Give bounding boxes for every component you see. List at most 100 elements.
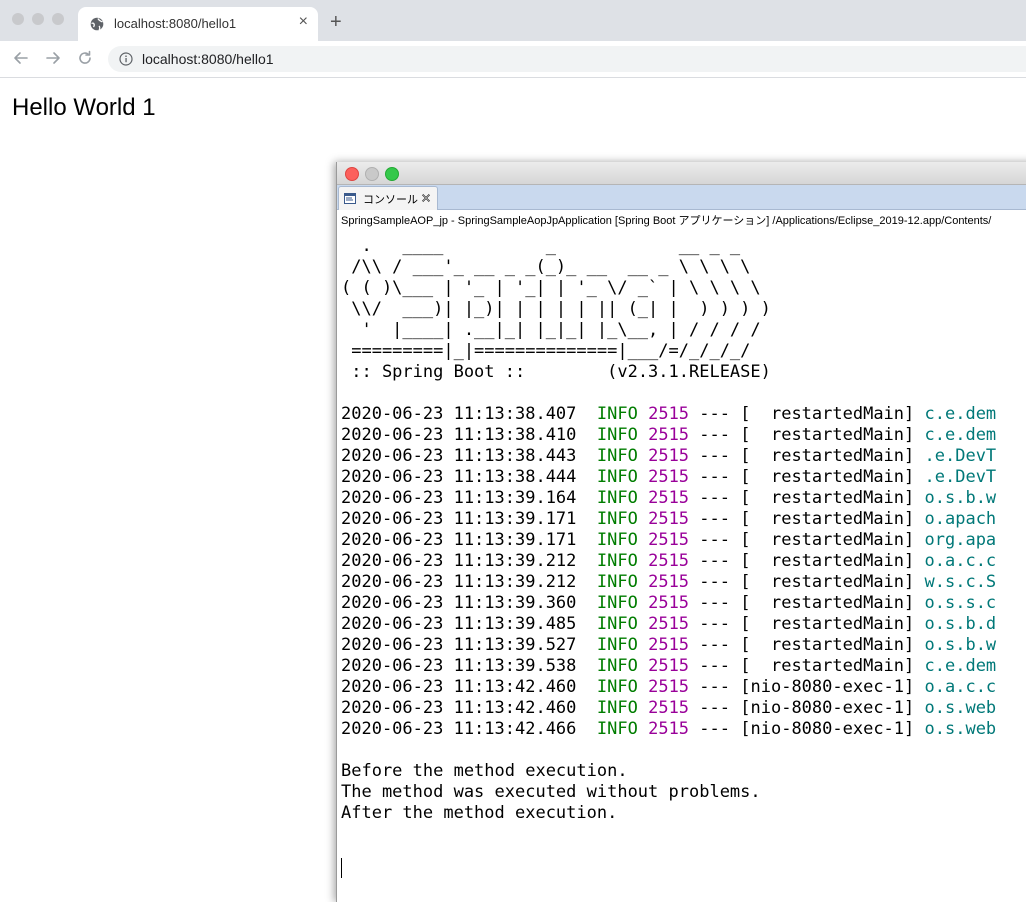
- log-row: 2020-06-23 11:13:39.212 INFO 2515 --- [ …: [341, 572, 1026, 593]
- console-icon: [344, 193, 356, 204]
- log-separator: ---: [699, 614, 731, 634]
- log-separator: ---: [699, 698, 731, 718]
- program-output: Before the method execution. The method …: [341, 761, 1026, 824]
- log-level: INFO: [596, 656, 638, 676]
- browser-close-dot[interactable]: [12, 13, 24, 25]
- log-logger: o.s.b.d: [924, 614, 997, 634]
- address-bar[interactable]: localhost:8080/hello1: [108, 46, 1026, 72]
- log-pid: 2515: [648, 467, 690, 487]
- log-row: 2020-06-23 11:13:42.460 INFO 2515 --- [n…: [341, 677, 1026, 698]
- log-timestamp: 2020-06-23 11:13:38.407: [341, 404, 577, 424]
- browser-minimize-dot[interactable]: [32, 13, 44, 25]
- log-separator: ---: [699, 446, 731, 466]
- log-pid: 2515: [648, 614, 690, 634]
- log-thread: [ restartedMain]: [740, 404, 915, 424]
- banner-line: =========|_|==============|___/=/_/_/_/: [341, 341, 751, 361]
- log-row: 2020-06-23 11:13:42.460 INFO 2515 --- [n…: [341, 698, 1026, 719]
- back-arrow-icon[interactable]: [12, 49, 30, 67]
- log-thread: [nio-8080-exec-1]: [740, 698, 915, 718]
- log-timestamp: 2020-06-23 11:13:39.171: [341, 509, 577, 529]
- log-logger: .e.DevT: [924, 467, 997, 487]
- output-line: Before the method execution.: [341, 761, 628, 781]
- log-logger: org.apa: [924, 530, 997, 550]
- log-level: INFO: [596, 404, 638, 424]
- forward-arrow-icon[interactable]: [44, 49, 62, 67]
- log-separator: ---: [699, 509, 731, 529]
- log-row: 2020-06-23 11:13:39.164 INFO 2515 --- [ …: [341, 488, 1026, 509]
- launch-configuration-info: SpringSampleAOP_jp - SpringSampleAopJpAp…: [341, 215, 992, 227]
- log-pid: 2515: [648, 656, 690, 676]
- log-row: 2020-06-23 11:13:39.171 INFO 2515 --- [ …: [341, 509, 1026, 530]
- reload-icon[interactable]: [76, 49, 94, 67]
- globe-icon: [90, 17, 104, 31]
- banner-line: ' |____| .__|_| |_|_| |_\__, | / / / /: [341, 320, 761, 340]
- log-timestamp: 2020-06-23 11:13:39.538: [341, 656, 577, 676]
- log-timestamp: 2020-06-23 11:13:42.460: [341, 698, 577, 718]
- log-timestamp: 2020-06-23 11:13:42.466: [341, 719, 577, 739]
- browser-zoom-dot[interactable]: [52, 13, 64, 25]
- url-text: localhost:8080/hello1: [142, 51, 274, 67]
- log-separator: ---: [699, 635, 731, 655]
- log-logger: .e.DevT: [924, 446, 997, 466]
- log-row: 2020-06-23 11:13:38.407 INFO 2515 --- [ …: [341, 404, 1026, 425]
- page-heading: Hello World 1: [12, 94, 156, 121]
- info-icon[interactable]: [119, 52, 133, 66]
- log-thread: [ restartedMain]: [740, 446, 915, 466]
- log-row: 2020-06-23 11:13:39.538 INFO 2515 --- [ …: [341, 656, 1026, 677]
- tab-title: localhost:8080/hello1: [114, 16, 237, 31]
- browser-tab-active[interactable]: localhost:8080/hello1 ×: [78, 7, 318, 41]
- log-row: 2020-06-23 11:13:38.410 INFO 2515 --- [ …: [341, 425, 1026, 446]
- window-zoom-button[interactable]: [385, 167, 399, 181]
- log-row: 2020-06-23 11:13:42.466 INFO 2515 --- [n…: [341, 719, 1026, 740]
- window-close-button[interactable]: [345, 167, 359, 181]
- log-row: 2020-06-23 11:13:38.444 INFO 2515 --- [ …: [341, 467, 1026, 488]
- log-pid: 2515: [648, 572, 690, 592]
- log-separator: ---: [699, 572, 731, 592]
- banner-line: . ____ _ __ _ _: [341, 236, 741, 256]
- console-view-tabbar: コンソール: [337, 185, 1026, 210]
- log-separator: ---: [699, 467, 731, 487]
- log-logger: o.s.b.w: [924, 635, 997, 655]
- log-row: 2020-06-23 11:13:39.485 INFO 2515 --- [ …: [341, 614, 1026, 635]
- log-thread: [ restartedMain]: [740, 425, 915, 445]
- new-tab-button[interactable]: +: [330, 12, 342, 32]
- output-line: After the method execution.: [341, 803, 618, 823]
- log-thread: [ restartedMain]: [740, 509, 915, 529]
- log-pid: 2515: [648, 425, 690, 445]
- log-thread: [ restartedMain]: [740, 593, 915, 613]
- log-level: INFO: [596, 614, 638, 634]
- log-thread: [ restartedMain]: [740, 572, 915, 592]
- log-logger: o.s.web: [924, 698, 997, 718]
- log-level: INFO: [596, 551, 638, 571]
- log-list: 2020-06-23 11:13:38.407 INFO 2515 --- [ …: [341, 404, 1026, 740]
- log-pid: 2515: [648, 593, 690, 613]
- window-minimize-button[interactable]: [365, 167, 379, 181]
- log-pid: 2515: [648, 719, 690, 739]
- log-pid: 2515: [648, 509, 690, 529]
- close-icon[interactable]: [421, 193, 431, 203]
- log-row: 2020-06-23 11:13:39.360 INFO 2515 --- [ …: [341, 593, 1026, 614]
- log-level: INFO: [596, 488, 638, 508]
- log-thread: [nio-8080-exec-1]: [740, 677, 915, 697]
- log-separator: ---: [699, 656, 731, 676]
- log-separator: ---: [699, 593, 731, 613]
- log-level: INFO: [596, 425, 638, 445]
- log-logger: c.e.dem: [924, 656, 997, 676]
- log-level: INFO: [596, 530, 638, 550]
- log-level: INFO: [596, 698, 638, 718]
- spring-boot-label: :: Spring Boot ::: [341, 362, 536, 382]
- log-pid: 2515: [648, 404, 690, 424]
- log-separator: ---: [699, 488, 731, 508]
- console-output[interactable]: . ____ _ __ _ _ /\\ / ___'_ __ _ _(_)_ _…: [341, 236, 1026, 824]
- banner-line: /\\ / ___'_ __ _ _(_)_ __ __ _ \ \ \ \: [341, 257, 751, 277]
- window-titlebar[interactable]: [337, 162, 1026, 185]
- log-timestamp: 2020-06-23 11:13:39.360: [341, 593, 577, 613]
- log-separator: ---: [699, 404, 731, 424]
- console-view-tab[interactable]: コンソール: [338, 186, 438, 210]
- log-pid: 2515: [648, 677, 690, 697]
- log-logger: o.a.c.c: [924, 677, 997, 697]
- log-level: INFO: [596, 572, 638, 592]
- tab-close-icon[interactable]: ×: [299, 14, 308, 30]
- log-timestamp: 2020-06-23 11:13:42.460: [341, 677, 577, 697]
- log-logger: o.a.c.c: [924, 551, 997, 571]
